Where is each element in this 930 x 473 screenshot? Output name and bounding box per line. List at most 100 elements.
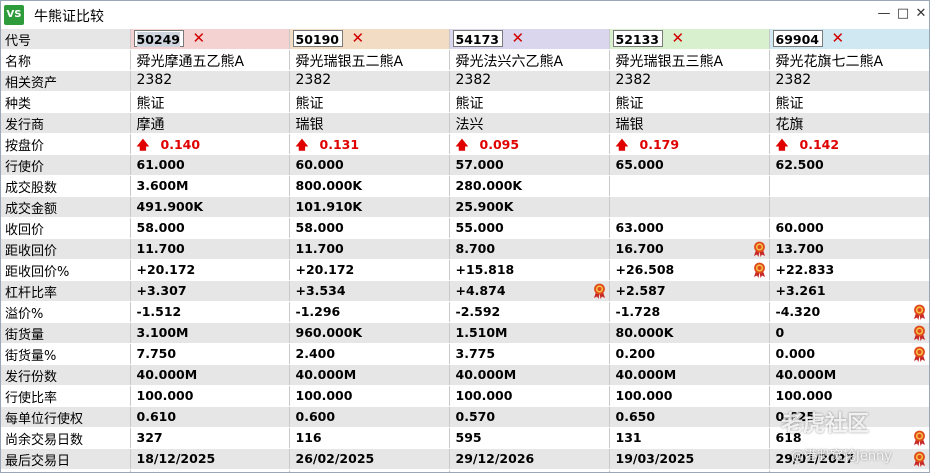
value-cell: 舜光瑞银五三熊A <box>609 49 770 71</box>
row-label: 按盘价 <box>1 133 131 155</box>
value-cell: 40.000M <box>289 364 450 386</box>
remove-column-icon[interactable]: ✕ <box>512 29 525 47</box>
cell-value: 327 <box>136 430 163 445</box>
code-cell: 50249 ✕ <box>130 29 290 50</box>
cell-value: 0.000 <box>775 346 816 361</box>
code-input[interactable]: 52133 <box>612 30 663 47</box>
cell-value: 1.510M <box>455 325 508 340</box>
row-label: 杠杆比率 <box>1 280 131 302</box>
cell-value: 18/12/2025 <box>136 451 216 466</box>
value-cell: 01/02/2027 <box>769 469 929 472</box>
value-cell: 瑞银 <box>289 112 450 134</box>
value-cell: +26.508 <box>609 259 770 281</box>
value-cell: 熊证 <box>289 91 450 113</box>
row-label: 距收回价 <box>1 238 131 260</box>
row-issue-size: 发行份数 40.000M 40.000M 40.000M 40.000M 40.000M <box>1 364 929 386</box>
cell-value: 2382 <box>136 72 173 88</box>
up-arrow-icon: 🡅 <box>136 137 150 152</box>
cell-value: 0.610 <box>136 409 177 424</box>
code-input-value: 69904 <box>775 32 820 47</box>
code-input[interactable]: 54173 <box>452 30 503 47</box>
value-cell: 40.000M <box>769 364 929 386</box>
row-name: 名称 舜光摩通五乙熊A 舜光瑞银五二熊A 舜光法兴六乙熊A 舜光瑞银五三熊A 舜光花旗七二… <box>1 49 929 71</box>
maximize-icon[interactable]: □ <box>894 5 912 23</box>
cell-value: 2.400 <box>295 346 336 361</box>
value-cell: 0.610 <box>130 406 290 428</box>
up-arrow-icon: 🡅 <box>615 137 629 152</box>
value-cell: +15.818 <box>449 259 610 281</box>
row-label: 种类 <box>1 91 131 113</box>
value-cell: 舜光摩通五乙熊A <box>130 49 290 71</box>
cell-value: 58.000 <box>295 220 344 235</box>
minimize-icon[interactable]: — <box>875 5 893 23</box>
value-cell: 1.510M <box>449 322 610 344</box>
close-icon[interactable]: ✕ <box>912 5 929 23</box>
cell-value: 55.000 <box>455 220 504 235</box>
cell-value: +4.874 <box>455 283 506 298</box>
value-cell: 3.600M <box>130 175 290 197</box>
cell-value: 2382 <box>455 72 492 88</box>
cell-value: +22.833 <box>775 262 835 277</box>
up-arrow-icon: 🡅 <box>455 137 469 152</box>
row-label: 行使价 <box>1 154 131 176</box>
cell-value: 40.000M <box>775 367 837 382</box>
cell-value: 100.000 <box>455 388 513 403</box>
cell-value: 舜光花旗七二熊A <box>775 54 884 70</box>
price-value: 0.095 <box>479 137 520 152</box>
value-cell: +20.172 <box>130 259 290 281</box>
value-cell: 100.000 <box>289 385 450 407</box>
cell-value: 60.000 <box>295 157 344 172</box>
row-label: 相关资产 <box>1 70 131 92</box>
row-leverage: 杠杆比率 +3.307 +3.534 +4.874 +2.587 +3.261 <box>1 280 929 302</box>
row-call-price: 收回价 58.000 58.000 55.000 63.000 60.000 <box>1 217 929 239</box>
code-input[interactable]: 50190 <box>292 30 343 47</box>
value-cell: 18/12/2025 <box>130 448 290 470</box>
best-value-medal-icon <box>913 346 926 362</box>
value-cell: 131 <box>609 427 770 449</box>
code-input-value: 52133 <box>615 32 660 47</box>
cell-value: 舜光法兴六乙熊A <box>455 54 564 70</box>
code-input[interactable]: 69904 <box>772 30 823 47</box>
row-label: 行使比率 <box>1 385 131 407</box>
remove-column-icon[interactable]: ✕ <box>193 29 206 47</box>
price-value: 0.131 <box>319 137 360 152</box>
value-cell: 29/12/2026 <box>449 448 610 470</box>
value-cell: -1.512 <box>130 301 290 323</box>
cell-value: 摩通 <box>136 117 165 133</box>
row-premium: 溢价% -1.512 -1.296 -2.592 -1.728 -4.320 <box>1 301 929 323</box>
cell-value: 100.000 <box>615 388 673 403</box>
code-input-value: 50190 <box>295 32 340 47</box>
value-cell: 60.000 <box>769 217 929 239</box>
value-cell: 25.900K <box>449 196 610 218</box>
value-cell: 熊证 <box>130 91 290 113</box>
cell-value: 熊证 <box>775 96 804 112</box>
value-cell: 55.000 <box>449 217 610 239</box>
code-input[interactable]: 50249 <box>133 30 184 47</box>
value-cell: 595 <box>449 427 610 449</box>
cell-value: 11.700 <box>295 241 344 256</box>
value-cell: 40.000M <box>130 364 290 386</box>
value-cell: 3.100M <box>130 322 290 344</box>
value-cell <box>609 196 770 218</box>
value-cell: 57.000 <box>449 154 610 176</box>
value-cell: -1.296 <box>289 301 450 323</box>
remove-column-icon[interactable]: ✕ <box>352 29 365 47</box>
remove-column-icon[interactable]: ✕ <box>832 29 845 47</box>
value-cell: 2382 <box>289 70 450 92</box>
best-value-medal-icon <box>913 325 926 341</box>
cell-value: 26/02/2025 <box>295 451 375 466</box>
cell-value: 19/03/2025 <box>615 451 695 466</box>
row-asset: 相关资产 2382 2382 2382 2382 2382 <box>1 70 929 92</box>
cell-value: 100.000 <box>295 388 353 403</box>
remove-column-icon[interactable]: ✕ <box>672 29 685 47</box>
cell-value: 100.000 <box>136 388 194 403</box>
value-cell: -1.728 <box>609 301 770 323</box>
cell-value: -4.320 <box>775 304 821 319</box>
value-cell: 16.700 <box>609 238 770 260</box>
row-label: 最后交易日 <box>1 448 131 470</box>
cell-value: 80.000K <box>615 325 674 340</box>
cell-value: 29/12/2026 <box>455 451 535 466</box>
value-cell: 2382 <box>609 70 770 92</box>
cell-value: +15.818 <box>455 262 515 277</box>
cell-value: 65.000 <box>615 157 664 172</box>
